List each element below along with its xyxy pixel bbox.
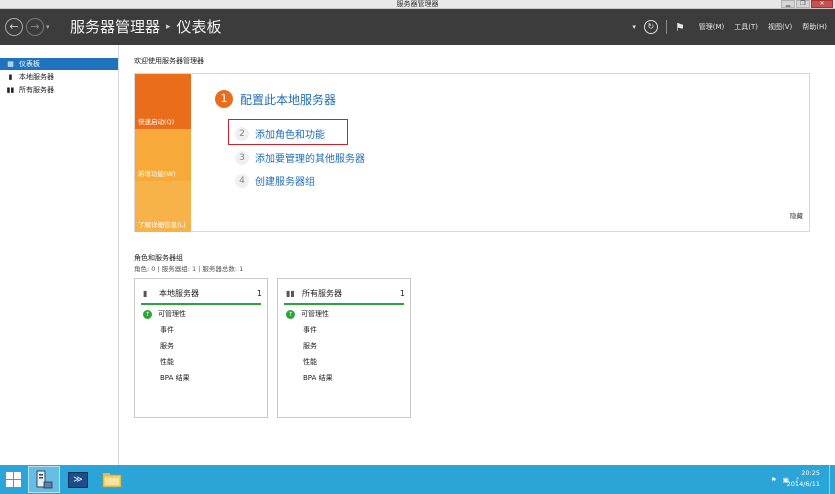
forward-button[interactable]: → xyxy=(26,18,44,36)
tile-row-events[interactable]: 事件 xyxy=(160,325,174,335)
step-link[interactable]: 添加要管理的其他服务器 xyxy=(255,150,365,165)
windows-logo-icon xyxy=(5,472,21,487)
refresh-icon[interactable]: ↻ xyxy=(643,20,658,34)
tile-row-services[interactable]: 服务 xyxy=(303,341,317,351)
tile-count: 1 xyxy=(256,289,262,298)
step-configure-local-server[interactable]: 1 配置此本地服务器 xyxy=(215,90,336,108)
welcome-panel: 快速启动(Q) 新增功能(W) 了解详细信息(L) 1 配置此本地服务器 2 添… xyxy=(134,73,810,232)
taskbar-server-manager[interactable] xyxy=(28,466,60,493)
tile-count: 1 xyxy=(399,289,405,298)
roles-summary: 角色: 0 | 服务器组: 1 | 服务器总数: 1 xyxy=(134,265,244,273)
taskbar: ≫ ⚑ ▣ ♪ 20:25 2014/6/11 xyxy=(0,465,835,494)
tray-flag-icon[interactable]: ⚑ xyxy=(771,476,777,484)
sidebar-item-all-servers[interactable]: ▮▮ 所有服务器 xyxy=(0,84,118,96)
step-link[interactable]: 配置此本地服务器 xyxy=(240,91,336,108)
history-dropdown-icon[interactable]: ▾ xyxy=(46,23,50,31)
toolbar-divider xyxy=(665,20,667,34)
status-ok-icon: ↑ xyxy=(286,309,295,319)
highlight-annotation-box xyxy=(228,119,348,145)
sidebar-item-label: 本地服务器 xyxy=(19,73,54,81)
hide-welcome-link[interactable]: 隐藏 xyxy=(790,210,803,220)
quick-start-tab[interactable]: 快速启动(Q) xyxy=(135,74,191,129)
whats-new-label: 新增功能(W) xyxy=(138,170,176,178)
status-ok-icon: ↑ xyxy=(143,309,152,319)
sidebar-item-local-server[interactable]: ▮ 本地服务器 xyxy=(0,71,118,83)
quick-start-label: 快速启动(Q) xyxy=(138,118,175,126)
whats-new-tab[interactable]: 新增功能(W) xyxy=(135,129,191,181)
tile-row-manageability[interactable]: ↑ 可管理性 xyxy=(143,309,186,319)
tile-row-performance[interactable]: 性能 xyxy=(303,357,317,367)
tile-row-performance[interactable]: 性能 xyxy=(160,357,174,367)
learn-more-tab[interactable]: 了解详细信息(L) xyxy=(135,181,191,232)
step-number: 1 xyxy=(215,90,233,108)
sidebar-item-label: 所有服务器 xyxy=(19,86,54,94)
tile-local-server[interactable]: ▮ 本地服务器 1 ↑ 可管理性 事件 服务 性能 BPA 结果 xyxy=(134,278,268,418)
dashboard-icon: ▦ xyxy=(7,59,14,68)
window-titlebar: 服务器管理器 ▁ ❐ ✕ xyxy=(0,0,835,9)
dropdown-icon[interactable]: ▾ xyxy=(632,23,636,31)
step-number: 3 xyxy=(235,150,249,165)
breadcrumb-root[interactable]: 服务器管理器 xyxy=(70,17,160,37)
tile-row-events[interactable]: 事件 xyxy=(303,325,317,335)
tile-row-bpa-results[interactable]: BPA 结果 xyxy=(160,373,190,383)
sidebar: ▦ 仪表板 ▮ 本地服务器 ▮▮ 所有服务器 xyxy=(0,45,119,465)
menu-help[interactable]: 帮助(H) xyxy=(802,22,827,32)
tile-title: 所有服务器 xyxy=(302,289,342,298)
window-title: 服务器管理器 xyxy=(396,0,439,8)
tile-title: 本地服务器 xyxy=(159,289,199,298)
close-button[interactable]: ✕ xyxy=(811,0,833,8)
step-add-other-servers[interactable]: 3 添加要管理的其他服务器 xyxy=(235,150,365,165)
tile-row-manageability[interactable]: ↑ 可管理性 xyxy=(286,309,329,319)
tile-header[interactable]: ▮▮ 所有服务器 1 xyxy=(286,287,405,300)
taskbar-powershell[interactable]: ≫ xyxy=(62,466,94,493)
tile-row-label: 可管理性 xyxy=(301,310,329,318)
back-button[interactable]: ← xyxy=(5,18,23,36)
tile-row-services[interactable]: 服务 xyxy=(160,341,174,351)
welcome-heading: 欢迎使用服务器管理器 xyxy=(134,57,204,65)
window-controls: ▁ ❐ ✕ xyxy=(781,0,833,9)
tile-status-bar xyxy=(284,303,404,305)
tile-row-bpa-results[interactable]: BPA 结果 xyxy=(303,373,333,383)
learn-more-label: 了解详细信息(L) xyxy=(138,221,186,229)
clock-date: 2014/6/11 xyxy=(786,480,820,488)
roles-heading: 角色和服务器组 xyxy=(134,254,183,262)
header-toolbar: ▾ ↻ ⚑ 管理(M) 工具(T) 视图(V) 帮助(H) xyxy=(628,18,827,36)
servers-icon: ▮▮ xyxy=(6,85,15,94)
start-button[interactable] xyxy=(0,466,26,493)
folder-icon xyxy=(102,472,122,487)
app-header: ← → ▾ 服务器管理器 ▸ 仪表板 ▾ ↻ ⚑ 管理(M) 工具(T) 视图(… xyxy=(0,9,835,45)
step-create-server-group[interactable]: 4 创建服务器组 xyxy=(235,173,315,188)
menu-view[interactable]: 视图(V) xyxy=(768,22,792,32)
tile-row-label: 可管理性 xyxy=(158,310,186,318)
tile-all-servers[interactable]: ▮▮ 所有服务器 1 ↑ 可管理性 事件 服务 性能 BPA 结果 xyxy=(277,278,411,418)
server-icon: ▮ xyxy=(143,289,148,298)
breadcrumb-current: 仪表板 xyxy=(176,18,222,36)
tile-header[interactable]: ▮ 本地服务器 1 xyxy=(143,287,262,300)
taskbar-file-explorer[interactable] xyxy=(96,466,128,493)
servers-icon: ▮▮ xyxy=(286,289,295,298)
breadcrumb-separator-icon: ▸ xyxy=(166,22,171,32)
show-desktop-button[interactable] xyxy=(829,465,835,494)
taskbar-clock[interactable]: 20:25 2014/6/11 xyxy=(787,468,820,490)
sidebar-item-dashboard[interactable]: ▦ 仪表板 xyxy=(0,58,118,70)
menu-manage[interactable]: 管理(M) xyxy=(699,22,725,32)
restore-button[interactable]: ❐ xyxy=(796,0,810,8)
server-manager-icon xyxy=(36,470,53,488)
breadcrumb: 服务器管理器 ▸ 仪表板 xyxy=(70,17,222,37)
powershell-icon: ≫ xyxy=(68,471,88,488)
clock-time: 20:25 xyxy=(801,469,820,477)
notifications-flag-icon[interactable]: ⚑ xyxy=(675,21,685,34)
step-link[interactable]: 创建服务器组 xyxy=(255,173,315,188)
minimize-button[interactable]: ▁ xyxy=(781,0,795,8)
menu-tools[interactable]: 工具(T) xyxy=(734,22,758,32)
tile-status-bar xyxy=(141,303,261,305)
server-icon: ▮ xyxy=(8,72,13,81)
step-number: 4 xyxy=(235,173,249,188)
sidebar-item-label: 仪表板 xyxy=(19,60,40,68)
